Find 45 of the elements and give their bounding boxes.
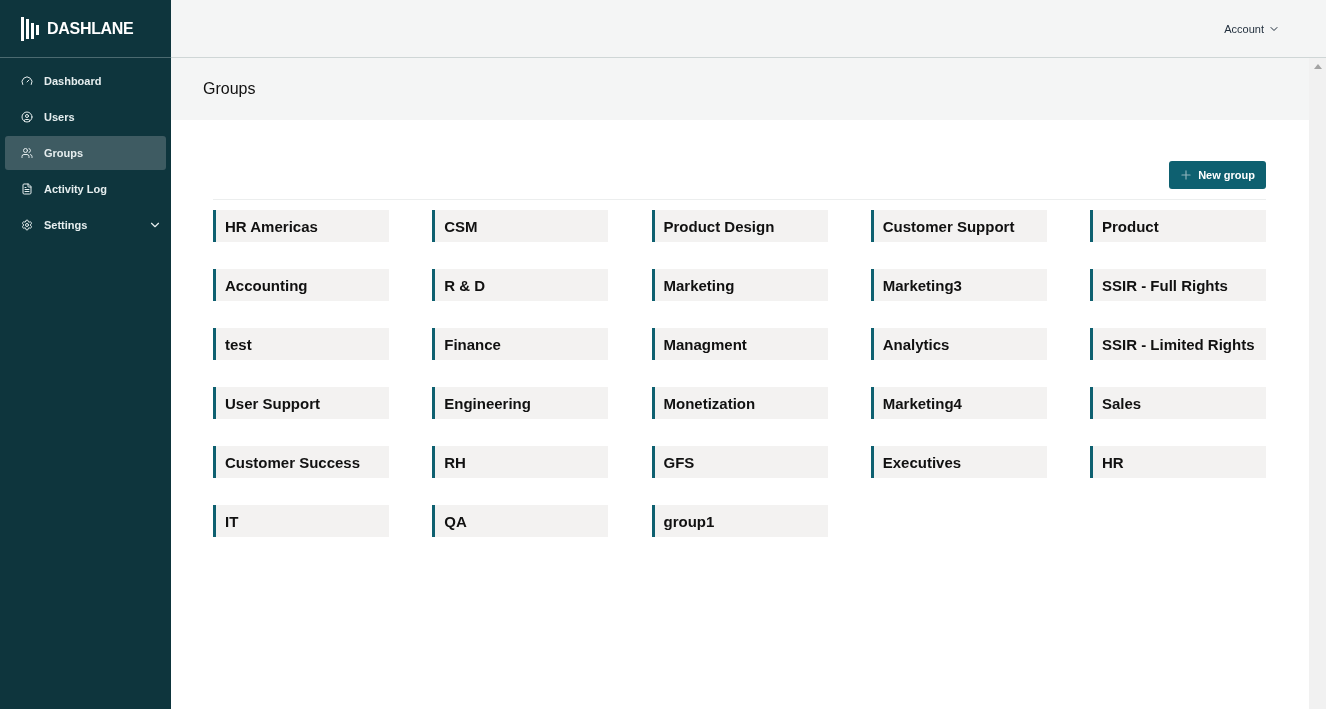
nav-item[interactable]: Activity Log (5, 172, 166, 206)
new-group-button[interactable]: New group (1169, 161, 1266, 189)
users-icon (21, 147, 33, 159)
group-card[interactable]: Customer Support (870, 210, 1047, 242)
group-card[interactable]: Monetization (651, 387, 828, 419)
group-card[interactable]: Sales (1090, 387, 1266, 419)
group-card[interactable]: Product Design (651, 210, 828, 242)
nav-item[interactable]: Settings (5, 208, 166, 242)
group-card[interactable]: Engineering (432, 387, 609, 419)
logo-icon (21, 16, 41, 41)
group-card[interactable]: test (213, 328, 389, 360)
group-card[interactable]: CSM (432, 210, 609, 242)
group-card[interactable]: Marketing4 (870, 387, 1047, 419)
group-card[interactable]: R & D (432, 269, 609, 301)
plus-icon (1179, 168, 1194, 182)
brand-name: DASHLANE (47, 19, 134, 38)
group-card[interactable]: Managment (651, 328, 828, 360)
user-icon (21, 111, 33, 123)
nav-item[interactable]: Users (5, 100, 166, 134)
group-card[interactable]: HR (1090, 446, 1266, 478)
nav-item[interactable]: Dashboard (5, 64, 166, 98)
group-card[interactable]: Product (1090, 210, 1266, 242)
page-title: Groups (203, 80, 256, 98)
group-card[interactable]: SSIR - Full Rights (1090, 269, 1266, 301)
group-card[interactable]: HR Americas (213, 210, 389, 242)
group-card[interactable]: Customer Success (213, 446, 389, 478)
group-card[interactable]: GFS (651, 446, 828, 478)
group-card[interactable]: User Support (213, 387, 389, 419)
group-card[interactable]: Executives (870, 446, 1047, 478)
group-card[interactable]: Accounting (213, 269, 389, 301)
group-card[interactable]: SSIR - Limited Rights (1090, 328, 1266, 360)
account-menu[interactable]: Account (1224, 22, 1280, 35)
gear-icon (21, 219, 33, 231)
scroll-up-icon[interactable] (1313, 64, 1322, 69)
log-icon (21, 183, 33, 195)
gauge-icon (21, 75, 33, 87)
group-card[interactable]: IT (213, 505, 389, 537)
nav-item[interactable]: Groups (5, 136, 166, 170)
group-card[interactable]: Finance (432, 328, 609, 360)
group-card[interactable]: RH (432, 446, 609, 478)
group-card[interactable]: Marketing3 (870, 269, 1047, 301)
group-card[interactable]: QA (432, 505, 609, 537)
group-card[interactable]: group1 (651, 505, 828, 537)
group-card[interactable]: Marketing (651, 269, 828, 301)
group-card[interactable]: Analytics (870, 328, 1047, 360)
